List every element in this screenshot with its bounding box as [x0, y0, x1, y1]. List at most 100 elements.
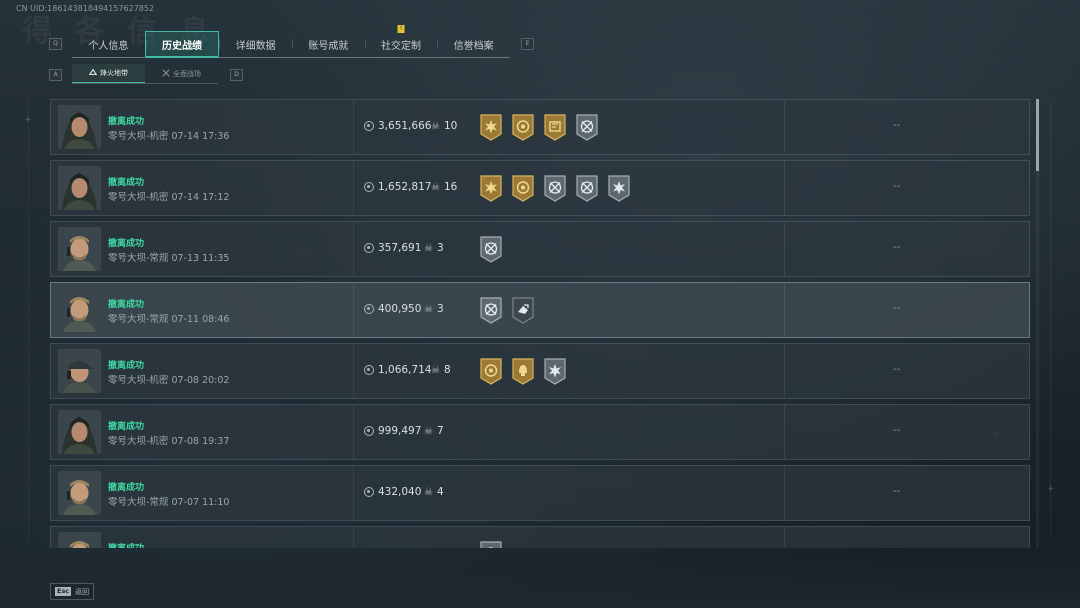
tab-0[interactable]: 个人信息	[72, 31, 145, 57]
tab-5[interactable]: 信誉档案	[437, 31, 510, 57]
gold-burst-medal-icon[interactable]	[479, 174, 503, 206]
medal-list	[479, 235, 503, 267]
scrollbar-thumb[interactable]	[1036, 99, 1039, 171]
result-placeholder: --	[893, 486, 901, 497]
silver-crossed-medal-icon[interactable]	[479, 235, 503, 267]
match-row[interactable]: 撤离成功 零号大坝-机密 07-08 20:02 1,066,714 ☠ 8 --	[50, 343, 1030, 399]
coin-icon	[364, 426, 374, 436]
column-divider	[784, 466, 785, 520]
silver-crossed-medal-icon[interactable]	[543, 174, 567, 206]
loot-value: 357,691	[364, 242, 421, 254]
column-divider	[784, 100, 785, 154]
loot-value: 3,651,666	[364, 120, 431, 132]
kill-count: ☠ 8	[431, 364, 451, 376]
back-button[interactable]: Esc 返回	[50, 583, 94, 600]
tab-label: 详细数据	[235, 40, 276, 52]
medal-list	[479, 540, 503, 548]
silver-crossed-medal-icon[interactable]	[479, 540, 503, 548]
match-row[interactable]: 撤离成功 零号大坝-常规 07-13 11:35 357,691 ☠ 3 --	[50, 221, 1030, 277]
match-row[interactable]: 撤离成功	[50, 526, 1030, 548]
gold-target-medal-icon[interactable]	[511, 174, 535, 206]
kill-count: ☠ 16	[431, 181, 457, 193]
tab-3[interactable]: 账号成就	[292, 31, 365, 57]
tab-label: 信誉档案	[453, 40, 494, 52]
tab-label: 账号成就	[308, 40, 349, 52]
silver-star-medal-icon[interactable]	[607, 174, 631, 206]
tab-4[interactable]: 社交定制!	[364, 25, 438, 57]
match-row[interactable]: 撤离成功 零号大坝-机密 07-14 17:36 3,651,666 ☠ 10 --	[50, 99, 1030, 155]
silver-star-medal-icon[interactable]	[543, 357, 567, 389]
notification-badge: !	[397, 25, 405, 33]
silver-crossed-medal-icon[interactable]	[479, 296, 503, 328]
tab-1[interactable]: 历史战绩	[144, 31, 220, 58]
loot-value-text: 400,950	[378, 303, 422, 315]
decor-line-left	[28, 100, 29, 540]
column-divider	[784, 405, 785, 459]
loot-value: 432,040	[364, 486, 421, 498]
match-history-list: 撤离成功 零号大坝-机密 07-14 17:36 3,651,666 ☠ 10 -- 撤离成…	[50, 99, 1030, 548]
subtab-1[interactable]: 全面战场	[145, 64, 218, 83]
extraction-icon	[88, 68, 98, 78]
tab-2[interactable]: 详细数据	[219, 31, 292, 57]
result-placeholder: --	[893, 425, 901, 436]
result-placeholder: --	[893, 181, 901, 192]
column-divider	[784, 161, 785, 215]
gold-burst-medal-icon[interactable]	[479, 113, 503, 145]
gold-target-medal-icon[interactable]	[511, 113, 535, 145]
tab-label: 历史战绩	[162, 41, 202, 52]
map-mode-time: 零号大坝-常规 07-07 11:10	[108, 497, 230, 508]
subtab-0[interactable]: 烽火地带	[72, 64, 145, 83]
column-divider	[784, 283, 785, 337]
map-mode-time: 零号大坝-常规 07-13 11:35	[108, 253, 230, 264]
prev-subtab-key[interactable]: A	[49, 69, 62, 81]
silver-crossed-medal-icon[interactable]	[575, 174, 599, 206]
extraction-status: 撤离成功	[108, 541, 144, 548]
skull-icon: ☠	[431, 181, 440, 193]
loot-value: 1,652,817	[364, 181, 431, 193]
loot-value: 1,066,714	[364, 364, 431, 376]
subtab-label: 烽火地带	[100, 69, 128, 77]
gold-target-medal-icon[interactable]	[479, 357, 503, 389]
gold-helmet-medal-icon[interactable]	[511, 357, 535, 389]
esc-key: Esc	[55, 587, 72, 596]
kill-count-text: 10	[443, 120, 458, 132]
male-operator-avatar	[58, 288, 101, 332]
result-placeholder: --	[893, 120, 901, 131]
next-subtab-key[interactable]: D	[230, 69, 243, 81]
kill-count-text: 7	[436, 425, 444, 437]
column-divider	[353, 405, 354, 459]
skull-icon: ☠	[424, 242, 433, 254]
loot-value: 999,497	[364, 425, 421, 437]
loot-value-text: 1,066,714	[378, 364, 432, 376]
loot-value-text: 432,040	[378, 486, 422, 498]
silver-crossed-medal-icon[interactable]	[575, 113, 599, 145]
kill-count: ☠ 3	[424, 242, 444, 254]
column-divider	[353, 466, 354, 520]
match-row[interactable]: 撤离成功 零号大坝-机密 07-08 19:37 999,497 ☠ 7 --	[50, 404, 1030, 460]
loot-value-text: 1,652,817	[378, 181, 432, 193]
extraction-status: 撤离成功	[108, 483, 145, 493]
tab-label: 社交定制	[381, 40, 422, 52]
match-row[interactable]: 撤离成功 零号大坝-机密 07-14 17:12 1,652,817 ☠ 16 --	[50, 160, 1030, 216]
coin-icon	[364, 365, 374, 375]
column-divider	[353, 161, 354, 215]
kill-count-text: 8	[443, 364, 451, 376]
kill-count: ☠ 10	[431, 120, 457, 132]
gold-map-medal-icon[interactable]	[543, 113, 567, 145]
skull-icon: ☠	[431, 364, 440, 376]
dark-loot-medal-icon[interactable]	[511, 296, 535, 328]
coin-icon	[364, 487, 374, 497]
next-tab-key[interactable]: E	[521, 38, 534, 50]
loot-value: 400,950	[364, 303, 421, 315]
skull-icon: ☠	[424, 486, 433, 498]
kill-count-text: 3	[436, 242, 444, 254]
match-row[interactable]: 撤离成功 零号大坝-常规 07-11 08:46 400,950 ☠ 3 --	[50, 282, 1030, 338]
extraction-status: 撤离成功	[108, 422, 145, 432]
female-operator-avatar	[58, 410, 101, 454]
match-row[interactable]: 撤离成功 零号大坝-常规 07-07 11:10 432,040 ☠ 4 --	[50, 465, 1030, 521]
coin-icon	[364, 182, 374, 192]
map-mode-time: 零号大坝-常规 07-11 08:46	[108, 314, 230, 325]
medal-list	[479, 174, 631, 206]
coin-icon	[364, 243, 374, 253]
prev-tab-key[interactable]: Q	[49, 38, 62, 50]
